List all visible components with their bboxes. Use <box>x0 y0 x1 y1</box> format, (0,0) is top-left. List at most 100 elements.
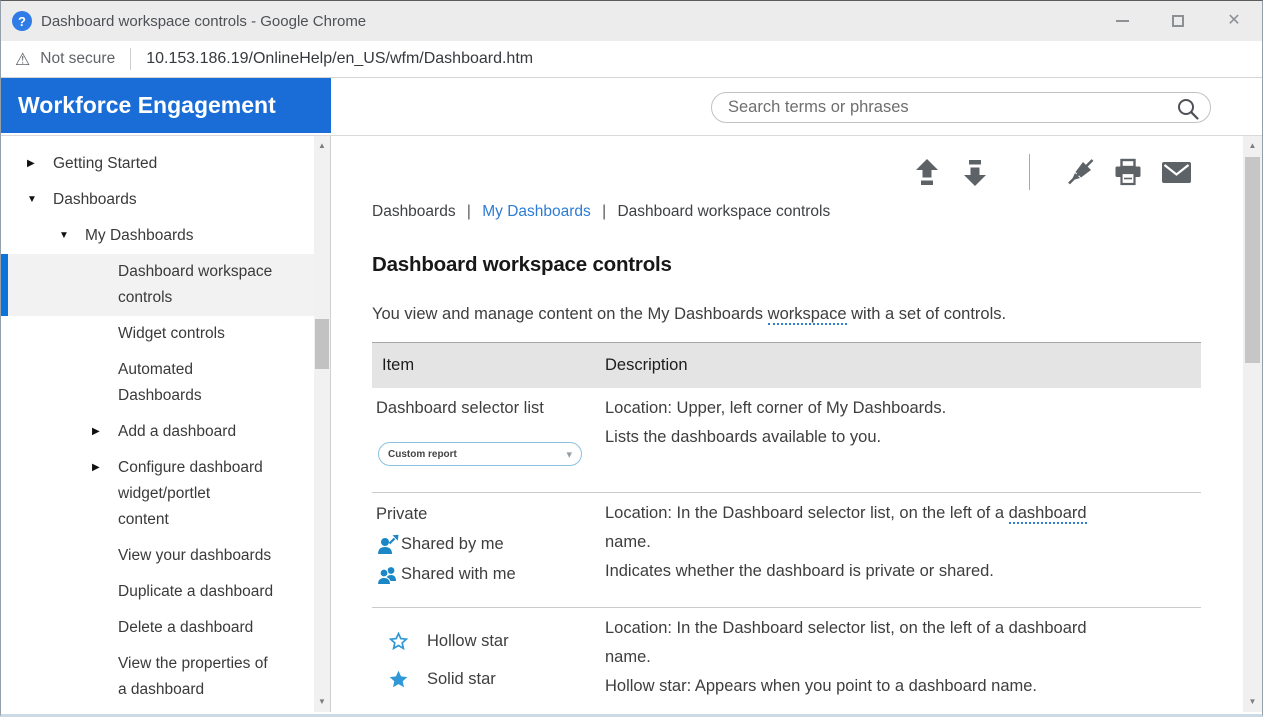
breadcrumb-item: Dashboards <box>372 203 456 220</box>
close-icon: ✕ <box>1227 13 1240 29</box>
search-input[interactable] <box>712 93 1210 122</box>
window-controls: ✕ <box>1094 1 1262 41</box>
item-entry-private: Private <box>376 499 605 529</box>
expander-collapsed-icon[interactable]: ▶ <box>27 151 53 177</box>
address-bar[interactable]: ⚠ Not secure 10.153.186.19/OnlineHelp/en… <box>1 41 1262 78</box>
scroll-up-icon[interactable]: ▲ <box>1243 138 1262 154</box>
email-button[interactable] <box>1162 162 1191 183</box>
table-row: Private Shared by me Shared with me <box>372 493 1201 608</box>
column-header-description: Description <box>605 356 1201 375</box>
expander-expanded-icon[interactable]: ▼ <box>59 223 85 249</box>
printer-icon <box>1113 158 1143 186</box>
breadcrumb-link-my-dashboards[interactable]: My Dashboards <box>482 203 591 220</box>
topic-content: Dashboards | My Dashboards | Dashboard w… <box>331 136 1243 712</box>
question-mark-glyph: ? <box>18 14 26 29</box>
search-icon[interactable] <box>1176 97 1200 121</box>
breadcrumb-separator: | <box>602 203 606 220</box>
highlighter-slash-icon <box>1066 158 1096 186</box>
chevron-down-icon: ▾ <box>566 448 572 461</box>
column-header-item: Item <box>372 356 605 375</box>
print-button[interactable] <box>1113 158 1143 186</box>
sidebar-item-duplicate-a-dashboard[interactable]: Duplicate a dashboard <box>1 574 314 610</box>
description-text: Indicates whether the dashboard is priva… <box>605 557 1171 586</box>
page-title: Dashboard workspace controls <box>372 253 1243 277</box>
item-label: Dashboard selector list <box>376 394 605 423</box>
minimize-icon <box>1116 20 1129 22</box>
description-text: name. <box>605 643 1171 672</box>
sidebar-item-getting-started[interactable]: ▶ Getting Started <box>1 146 314 182</box>
search-container <box>711 92 1211 123</box>
sidebar-item-label: View the properties of a dashboard <box>118 651 268 703</box>
expander-collapsed-icon[interactable]: ▶ <box>92 455 118 533</box>
toc-sidebar: ▶ Getting Started ▼ Dashboards ▼ My Dash… <box>1 136 314 712</box>
sidebar-item-add-a-dashboard[interactable]: ▶ Add a dashboard <box>1 414 314 450</box>
shared-with-me-icon <box>376 564 399 585</box>
sidebar-item-view-your-dashboards[interactable]: View your dashboards <box>1 538 314 574</box>
table-row: Dashboard selector list Custom report ▾ … <box>372 388 1201 493</box>
sidebar-item-delete-a-dashboard[interactable]: Delete a dashboard <box>1 610 314 646</box>
topic-toolbar <box>372 158 1243 186</box>
item-label: Private <box>376 505 427 524</box>
not-secure-label[interactable]: Not secure <box>40 50 115 68</box>
shared-by-me-icon <box>376 534 399 555</box>
breadcrumb-item: Dashboard workspace controls <box>617 203 830 220</box>
expander-expanded-icon[interactable]: ▼ <box>27 187 53 213</box>
maximize-icon <box>1172 15 1184 27</box>
table-row: Hollow star Solid star Location: In the … <box>372 608 1201 712</box>
item-entries: Hollow star Solid star <box>376 614 605 698</box>
title-bar: ? Dashboard workspace controls - Google … <box>1 1 1262 41</box>
item-label: Shared by me <box>401 535 504 554</box>
glossary-link-workspace[interactable]: workspace <box>768 305 847 325</box>
sidebar-item-label: Add a dashboard <box>118 419 236 445</box>
item-entry-solid-star: Solid star <box>376 660 605 698</box>
sidebar-item-widget-controls[interactable]: Widget controls <box>1 316 314 352</box>
content-scrollbar-thumb[interactable] <box>1245 157 1260 363</box>
sidebar-item-label: Duplicate a dashboard <box>118 579 273 605</box>
solid-star-icon <box>389 670 408 689</box>
envelope-icon <box>1162 162 1191 183</box>
sidebar-item-my-dashboards[interactable]: ▼ My Dashboards <box>1 218 314 254</box>
app-title: Workforce Engagement <box>1 78 331 133</box>
sidebar-item-dashboards[interactable]: ▼ Dashboards <box>1 182 314 218</box>
description-text: Location: Upper, left corner of My Dashb… <box>605 394 1171 423</box>
sidebar-scrollbar-thumb[interactable] <box>315 319 329 369</box>
item-entry-hollow-star: Hollow star <box>376 622 605 660</box>
scroll-down-icon[interactable]: ▼ <box>1243 694 1262 710</box>
sidebar-item-dashboard-workspace-controls[interactable]: Dashboard workspace controls <box>1 254 314 316</box>
toolbar-divider <box>1029 154 1030 190</box>
sidebar-item-label: Configure dashboard widget/portlet conte… <box>118 455 263 533</box>
sidebar-item-automated-dashboards[interactable]: Automated Dashboards <box>1 352 314 414</box>
up-arrow-icon <box>915 159 939 186</box>
scroll-down-icon[interactable]: ▼ <box>314 694 330 710</box>
dropdown-value: Custom report <box>388 449 457 460</box>
content-scrollbar[interactable]: ▲ ▼ <box>1243 136 1262 712</box>
sidebar-item-label: Automated Dashboards <box>118 357 202 409</box>
item-entries: Private Shared by me Shared with me <box>376 499 605 589</box>
sidebar-item-view-the-properties-of-a-dashboard[interactable]: View the properties of a dashboard <box>1 646 314 708</box>
controls-table: Item Description Dashboard selector list… <box>372 342 1201 712</box>
next-topic-button[interactable] <box>963 159 987 186</box>
sidebar-scrollbar[interactable]: ▲ ▼ <box>314 136 331 712</box>
description-text: Lists the dashboards available to you. <box>605 423 1171 452</box>
sidebar-item-label: Widget controls <box>118 321 225 347</box>
dashboard-selector-illustration: Custom report ▾ <box>378 442 582 466</box>
browser-window: ? Dashboard workspace controls - Google … <box>0 0 1263 717</box>
glossary-link-dashboard[interactable]: dashboard <box>1009 504 1087 524</box>
description-text: Location: In the Dashboard selector list… <box>605 504 1009 522</box>
url-text[interactable]: 10.153.186.19/OnlineHelp/en_US/wfm/Dashb… <box>146 50 533 68</box>
main-area: ▶ Getting Started ▼ Dashboards ▼ My Dash… <box>1 136 1262 712</box>
hollow-star-icon <box>389 632 408 651</box>
close-button[interactable]: ✕ <box>1206 1 1262 41</box>
app-header: Workforce Engagement <box>1 78 1262 136</box>
previous-topic-button[interactable] <box>915 159 939 186</box>
description-text: Location: In the Dashboard selector list… <box>605 499 1171 528</box>
remove-highlights-button[interactable] <box>1066 158 1096 186</box>
sidebar-item-label: Getting Started <box>53 151 157 177</box>
scroll-up-icon[interactable]: ▲ <box>314 138 330 154</box>
expander-collapsed-icon[interactable]: ▶ <box>92 419 118 445</box>
description-text: name. <box>605 528 1171 557</box>
minimize-button[interactable] <box>1094 1 1150 41</box>
item-entry-shared-by-me: Shared by me <box>376 529 605 559</box>
maximize-button[interactable] <box>1150 1 1206 41</box>
sidebar-item-configure-dashboard-widget-portlet-content[interactable]: ▶ Configure dashboard widget/portlet con… <box>1 450 314 538</box>
